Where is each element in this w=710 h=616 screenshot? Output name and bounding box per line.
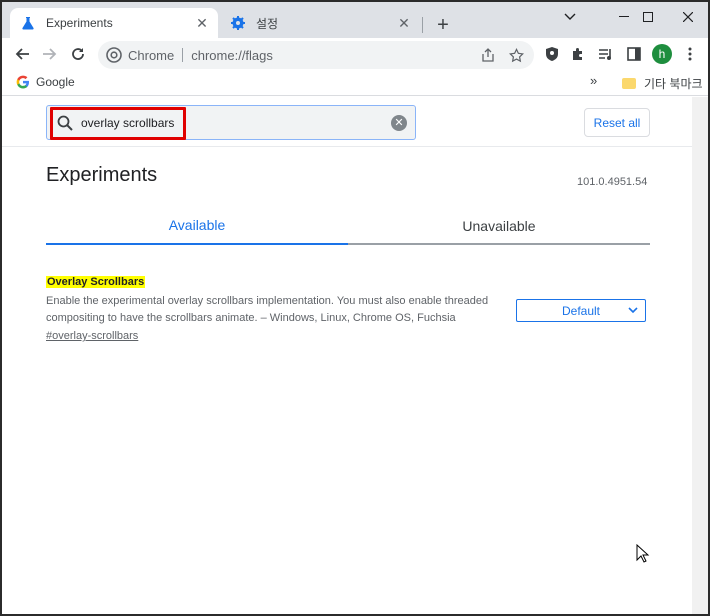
search-header: overlay scrollbars ✕ Reset all bbox=[2, 97, 692, 147]
flag-state-select[interactable]: Default bbox=[516, 299, 646, 322]
side-panel-icon[interactable] bbox=[624, 44, 644, 64]
bookmark-google[interactable]: Google bbox=[16, 75, 75, 89]
close-tab-icon[interactable]: ✕ bbox=[396, 15, 412, 31]
chrome-logo-icon bbox=[106, 47, 122, 63]
bookmarks-bar: Google » 기타 북마크 bbox=[2, 70, 708, 96]
reload-icon[interactable] bbox=[66, 42, 90, 66]
tab-strip: Experiments ✕ 설정 ✕ + bbox=[2, 2, 708, 38]
back-arrow-icon[interactable] bbox=[10, 42, 34, 66]
flag-name: Overlay Scrollbars bbox=[46, 276, 146, 288]
bookmark-label: Google bbox=[36, 75, 75, 89]
annotation-highlight-box bbox=[50, 107, 186, 140]
other-bookmarks-folder[interactable]: 기타 북마크 bbox=[618, 75, 703, 92]
flag-permalink[interactable]: #overlay-scrollbars bbox=[46, 330, 138, 342]
address-bar[interactable]: Chrome chrome://flags bbox=[98, 41, 534, 69]
close-window-icon[interactable] bbox=[666, 6, 710, 28]
omnibox-divider bbox=[182, 48, 184, 62]
more-menu-icon[interactable] bbox=[680, 44, 700, 64]
chevron-down-icon bbox=[627, 303, 639, 317]
folder-icon bbox=[622, 78, 636, 89]
tab-settings[interactable]: 설정 ✕ bbox=[220, 8, 420, 38]
flags-page: overlay scrollbars ✕ Reset all Experimen… bbox=[2, 97, 692, 614]
url-text[interactable]: chrome://flags bbox=[191, 48, 478, 63]
clear-search-icon[interactable]: ✕ bbox=[391, 114, 407, 131]
flags-tabs: Available Unavailable bbox=[46, 207, 650, 245]
flag-description: Enable the experimental overlay scrollba… bbox=[46, 295, 489, 324]
tab-experiments[interactable]: Experiments ✕ bbox=[10, 8, 218, 38]
maximize-icon[interactable] bbox=[626, 6, 670, 28]
shield-extension-icon[interactable] bbox=[542, 44, 562, 64]
origin-chip: Chrome bbox=[128, 47, 175, 63]
reset-all-button[interactable]: Reset all bbox=[584, 108, 650, 137]
tab-unavailable[interactable]: Unavailable bbox=[348, 207, 650, 245]
folder-label: 기타 북마크 bbox=[644, 77, 703, 91]
tab-search-chevron-icon[interactable] bbox=[548, 6, 592, 28]
profile-avatar[interactable]: h bbox=[652, 44, 672, 64]
select-value: Default bbox=[561, 303, 601, 318]
page-title: Experiments bbox=[46, 164, 158, 186]
tab-separator bbox=[422, 17, 423, 33]
browser-toolbar: Chrome chrome://flags h bbox=[2, 38, 708, 70]
google-logo-icon bbox=[16, 75, 30, 89]
share-icon[interactable] bbox=[478, 45, 498, 65]
mouse-pointer-icon bbox=[636, 543, 650, 564]
close-tab-icon[interactable]: ✕ bbox=[194, 15, 210, 31]
extensions-puzzle-icon[interactable] bbox=[568, 44, 588, 64]
more-bookmarks-chevron[interactable]: » bbox=[590, 73, 597, 88]
bookmark-star-icon[interactable] bbox=[506, 45, 526, 65]
tab-available[interactable]: Available bbox=[46, 207, 348, 245]
tab-title: 설정 bbox=[256, 16, 279, 31]
tab-title: Experiments bbox=[46, 16, 113, 30]
version-text: 101.0.4951.54 bbox=[577, 176, 648, 188]
flask-icon bbox=[20, 15, 36, 31]
new-tab-button[interactable]: + bbox=[432, 14, 454, 36]
media-queue-icon[interactable] bbox=[596, 44, 616, 64]
page-scrollbar[interactable] bbox=[692, 97, 708, 614]
forward-arrow-icon[interactable] bbox=[38, 42, 62, 66]
gear-icon bbox=[230, 15, 246, 31]
